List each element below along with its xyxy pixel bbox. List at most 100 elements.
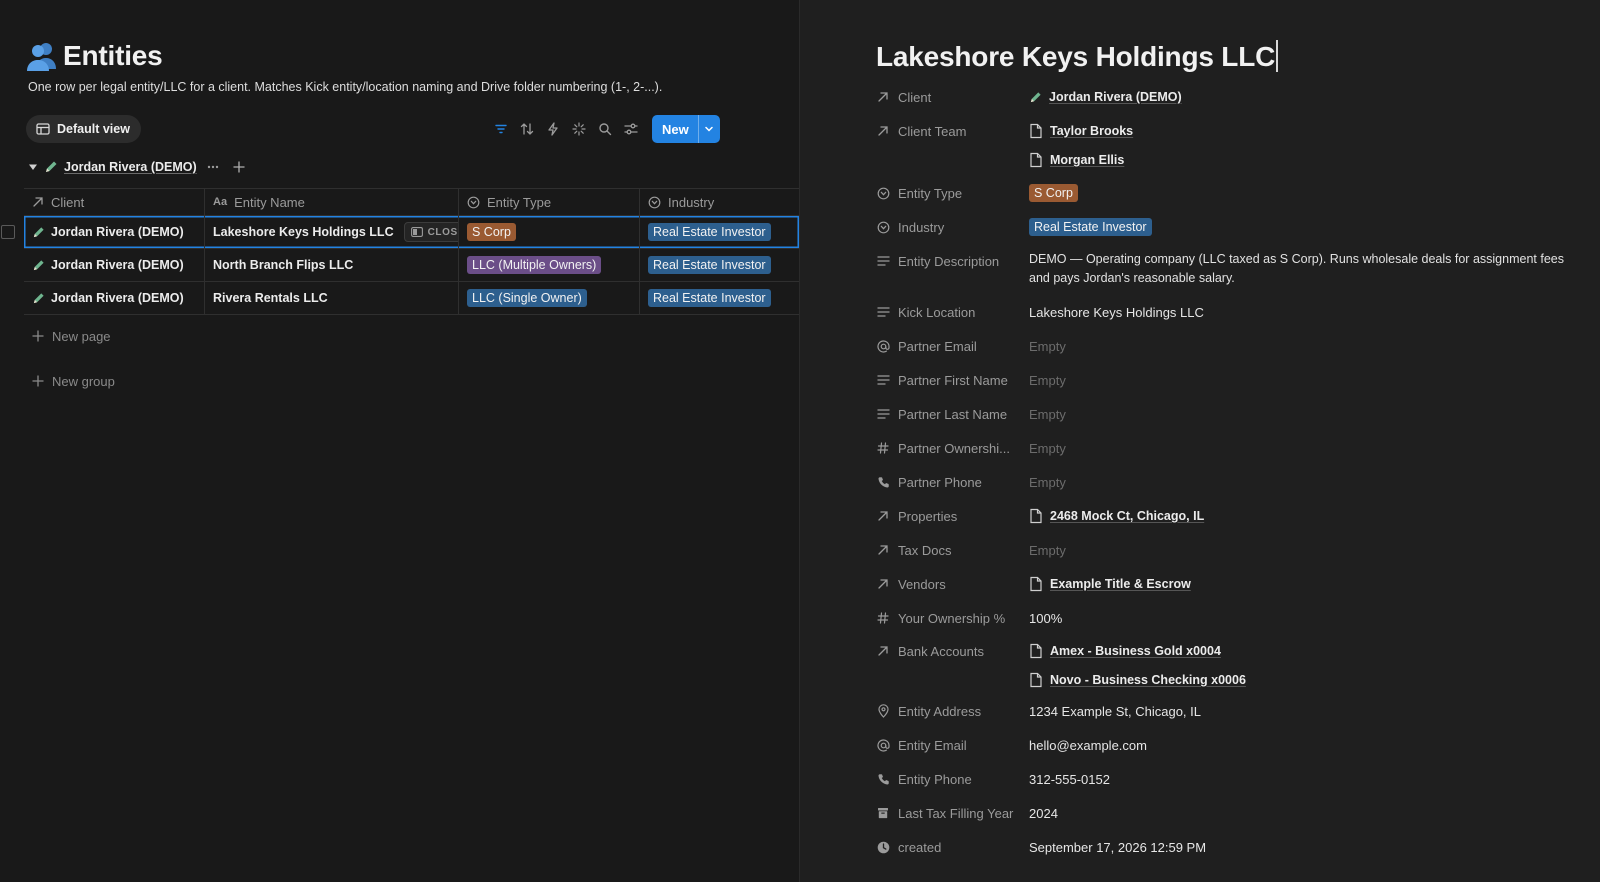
property-name[interactable]: Partner Last Name (876, 403, 1029, 425)
relation-link[interactable]: Novo - Business Checking x0006 (1029, 669, 1586, 691)
property-value[interactable]: Empty (1029, 437, 1586, 459)
table-row[interactable]: Jordan Rivera (DEMO) North Branch Flips … (24, 249, 799, 282)
property-value[interactable]: Empty (1029, 539, 1586, 561)
pencil-icon (1030, 91, 1041, 102)
property-name[interactable]: Tax Docs (876, 539, 1029, 561)
property-value[interactable]: 100% (1029, 607, 1586, 629)
search-icon[interactable] (592, 115, 618, 143)
cell-entity-type[interactable]: S Corp (459, 216, 640, 248)
group-toggle-triangle-icon[interactable] (28, 162, 38, 172)
property-value[interactable]: Real Estate Investor (1029, 216, 1586, 238)
table-row[interactable]: Jordan Rivera (DEMO) Rivera Rentals LLC … (24, 282, 799, 315)
people-icon[interactable] (24, 38, 60, 74)
new-group-button[interactable]: New group (32, 370, 115, 392)
property-value[interactable]: 312-555-0152 (1029, 768, 1586, 790)
pencil-icon (32, 292, 45, 305)
cell-entity-type[interactable]: LLC (Single Owner) (459, 282, 640, 314)
relation-link[interactable]: Morgan Ellis (1029, 149, 1586, 171)
relation-link[interactable]: Example Title & Escrow (1029, 573, 1191, 595)
new-page-button[interactable]: New page (32, 325, 111, 347)
property-name[interactable]: Kick Location (876, 301, 1029, 323)
property-value[interactable]: Jordan Rivera (DEMO) (1029, 86, 1586, 108)
property-value[interactable]: 2024 (1029, 802, 1586, 824)
property-value[interactable]: Example Title & Escrow (1029, 573, 1586, 595)
group-header[interactable]: Jordan Rivera (DEMO) (28, 156, 249, 178)
relation-link[interactable]: Amex - Business Gold x0004 (1029, 640, 1586, 662)
property-value[interactable]: 1234 Example St, Chicago, IL (1029, 700, 1586, 722)
sort-icon[interactable] (514, 115, 540, 143)
property-name[interactable]: Partner Ownershi... (876, 437, 1029, 459)
property-tax-docs: Tax Docs Empty (876, 539, 1586, 561)
relation-link[interactable]: Jordan Rivera (DEMO) (1029, 86, 1182, 108)
cell-client[interactable]: Jordan Rivera (DEMO) (24, 249, 205, 281)
column-header-entity-name[interactable]: Aa Entity Name (205, 189, 459, 215)
view-tab-default[interactable]: Default view (26, 115, 141, 143)
chevron-down-icon[interactable] (697, 115, 720, 143)
group-label[interactable]: Jordan Rivera (DEMO) (64, 160, 197, 174)
more-options-icon[interactable] (203, 157, 223, 177)
property-value[interactable]: S Corp (1029, 182, 1586, 204)
property-name[interactable]: Entity Phone (876, 768, 1029, 790)
database-title[interactable]: Entities (63, 40, 163, 72)
property-name[interactable]: Properties (876, 505, 1029, 527)
cell-client[interactable]: Jordan Rivera (DEMO) (24, 216, 205, 248)
property-value[interactable]: hello@example.com (1029, 734, 1586, 756)
table-header: Client Aa Entity Name Entity Type Indust… (24, 188, 799, 216)
property-name[interactable]: created (876, 836, 1029, 858)
property-your-ownership: Your Ownership % 100% (876, 607, 1586, 629)
property-name[interactable]: Entity Description (876, 250, 1029, 272)
add-icon[interactable] (229, 157, 249, 177)
new-button[interactable]: New (652, 115, 698, 143)
property-value[interactable]: Amex - Business Gold x0004 Novo - Busine… (1029, 640, 1586, 691)
property-name[interactable]: Last Tax Filling Year (876, 802, 1029, 824)
property-value[interactable]: Empty (1029, 369, 1586, 391)
column-header-client[interactable]: Client (24, 189, 205, 215)
cell-entity-name[interactable]: Lakeshore Keys Holdings LLC CLOSE (205, 216, 459, 248)
property-name[interactable]: Entity Address (876, 700, 1029, 722)
cell-industry[interactable]: Real Estate Investor (640, 216, 799, 248)
select-icon (876, 186, 890, 200)
property-name[interactable]: Entity Email (876, 734, 1029, 756)
cell-entity-name[interactable]: Rivera Rentals LLC (205, 282, 459, 314)
property-name[interactable]: Entity Type (876, 182, 1029, 204)
automation-bolt-icon[interactable] (540, 115, 566, 143)
relation-link[interactable]: Taylor Brooks (1029, 120, 1586, 142)
property-value[interactable]: Empty (1029, 471, 1586, 493)
settings-sliders-icon[interactable] (618, 115, 644, 143)
property-name[interactable]: Partner First Name (876, 369, 1029, 391)
property-name[interactable]: Bank Accounts (876, 640, 1029, 662)
property-name[interactable]: Industry (876, 216, 1029, 238)
filter-icon[interactable] (488, 115, 514, 143)
property-industry: Industry Real Estate Investor (876, 216, 1586, 238)
property-value[interactable]: Taylor Brooks Morgan Ellis (1029, 120, 1586, 171)
tag-industry: Real Estate Investor (648, 289, 771, 307)
property-value[interactable]: 2468 Mock Ct, Chicago, IL (1029, 505, 1586, 527)
property-value[interactable]: Empty (1029, 403, 1586, 425)
property-kick-location: Kick Location Lakeshore Keys Holdings LL… (876, 301, 1586, 323)
property-name[interactable]: Client (876, 86, 1029, 108)
column-header-industry[interactable]: Industry (640, 189, 799, 215)
property-value[interactable]: Lakeshore Keys Holdings LLC (1029, 301, 1586, 323)
property-value[interactable]: Empty (1029, 335, 1586, 357)
relation-arrow-icon (876, 543, 890, 557)
ai-sparkle-icon[interactable] (566, 115, 592, 143)
cell-entity-name[interactable]: North Branch Flips LLC (205, 249, 459, 281)
close-peek-button[interactable]: CLOSE (403, 222, 458, 242)
property-name[interactable]: Your Ownership % (876, 607, 1029, 629)
number-hash-icon (876, 611, 890, 625)
cell-industry[interactable]: Real Estate Investor (640, 282, 799, 314)
page-title[interactable]: Lakeshore Keys Holdings LLC (876, 40, 1278, 73)
table-row[interactable]: Jordan Rivera (DEMO) Lakeshore Keys Hold… (1, 216, 799, 249)
cell-industry[interactable]: Real Estate Investor (640, 249, 799, 281)
relation-arrow-icon (876, 509, 890, 523)
property-name[interactable]: Partner Phone (876, 471, 1029, 493)
property-name[interactable]: Partner Email (876, 335, 1029, 357)
cell-client[interactable]: Jordan Rivera (DEMO) (24, 282, 205, 314)
property-name[interactable]: Client Team (876, 120, 1029, 142)
row-checkbox[interactable] (1, 225, 15, 239)
property-name[interactable]: Vendors (876, 573, 1029, 595)
column-header-entity-type[interactable]: Entity Type (459, 189, 640, 215)
property-value[interactable]: DEMO — Operating company (LLC taxed as S… (1029, 250, 1586, 288)
cell-entity-type[interactable]: LLC (Multiple Owners) (459, 249, 640, 281)
relation-link[interactable]: 2468 Mock Ct, Chicago, IL (1029, 505, 1204, 527)
